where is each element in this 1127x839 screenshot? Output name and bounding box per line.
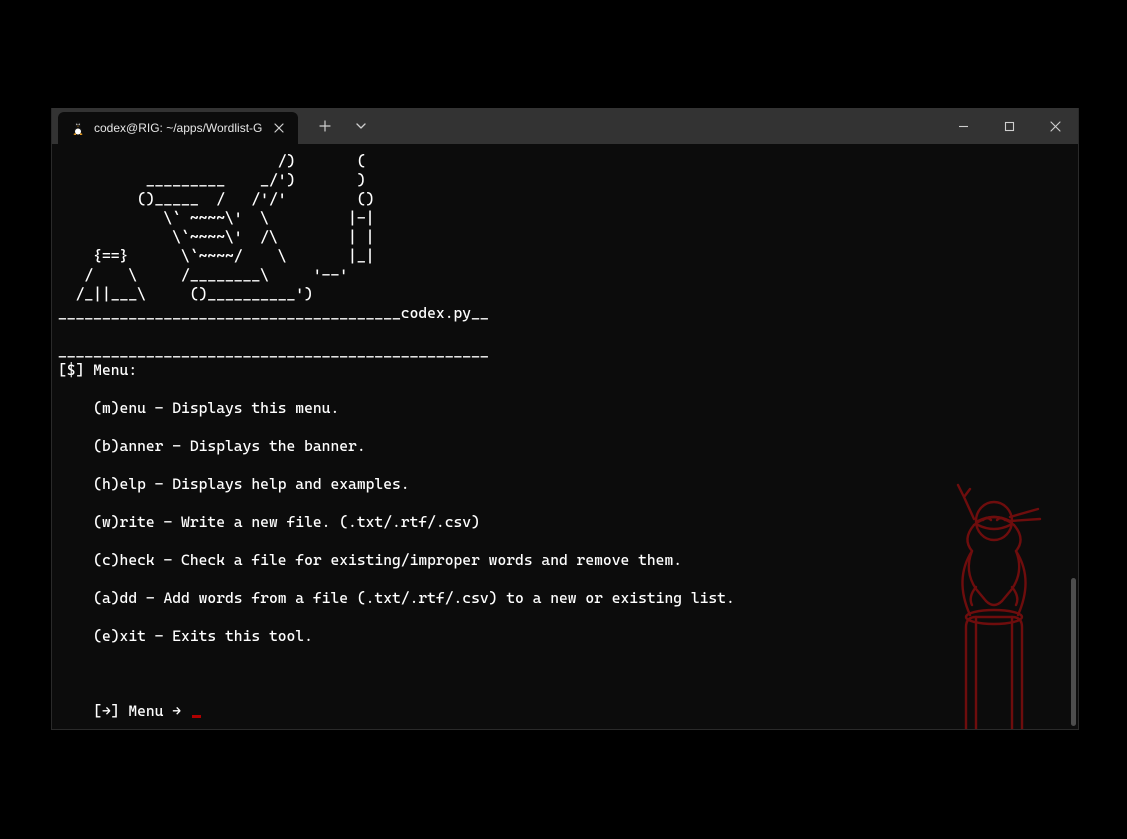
- titlebar: codex@RIG: ~/apps/Wordlist-G: [52, 108, 1078, 144]
- chevron-down-icon: [355, 120, 367, 132]
- tab-dropdown-button[interactable]: [344, 108, 378, 144]
- close-icon: [1050, 121, 1061, 132]
- tab-title: codex@RIG: ~/apps/Wordlist-G: [94, 121, 262, 135]
- close-icon: [274, 123, 284, 133]
- minimize-button[interactable]: [940, 108, 986, 144]
- linux-icon: [70, 120, 86, 136]
- plus-icon: [319, 120, 331, 132]
- tabstrip-controls: [298, 108, 378, 144]
- terminal-window: codex@RIG: ~/apps/Wordlist-G: [51, 108, 1079, 730]
- ninja-background-art: [914, 479, 1064, 729]
- new-tab-button[interactable]: [308, 108, 342, 144]
- window-controls: [940, 108, 1078, 144]
- desktop: codex@RIG: ~/apps/Wordlist-G: [0, 0, 1127, 839]
- cursor: [192, 715, 201, 718]
- maximize-icon: [1004, 121, 1015, 132]
- close-window-button[interactable]: [1032, 108, 1078, 144]
- tab-close-button[interactable]: [270, 119, 288, 137]
- titlebar-drag-area[interactable]: [378, 108, 940, 144]
- prompt-text: [→] Menu →: [58, 702, 190, 721]
- maximize-button[interactable]: [986, 108, 1032, 144]
- terminal-output: /) ( _________ _/') ) ()_____ / /'/' () …: [58, 152, 735, 646]
- scrollbar-thumb[interactable]: [1071, 578, 1076, 726]
- terminal-viewport[interactable]: /) ( _________ _/') ) ()_____ / /'/' () …: [52, 144, 1078, 729]
- tab-active[interactable]: codex@RIG: ~/apps/Wordlist-G: [58, 112, 298, 144]
- minimize-icon: [958, 121, 969, 132]
- terminal-prompt[interactable]: [→] Menu →: [58, 702, 201, 721]
